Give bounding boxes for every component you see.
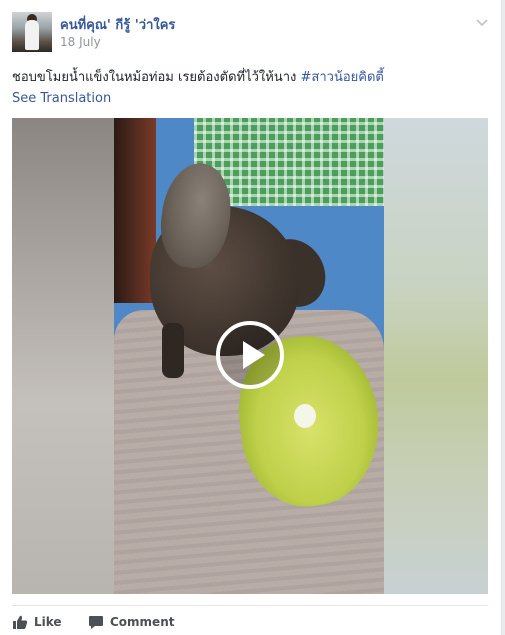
post-date[interactable]: 18 July: [60, 35, 101, 49]
post-card: คนที่คุณ' กีรู้ 'ว่าใคร 18 July ชอบขโมยน…: [0, 0, 502, 635]
thumbs-up-icon: [13, 615, 28, 629]
ice-cube: [294, 404, 316, 428]
avatar-figure-shape: [25, 20, 39, 50]
comment-button[interactable]: Comment: [88, 612, 174, 632]
see-translation-link[interactable]: See Translation: [12, 91, 111, 106]
video-blur-right: [384, 118, 488, 594]
hashtag-link[interactable]: #สาวน้อยคิดตี้: [301, 70, 384, 85]
comment-icon: [89, 616, 103, 629]
avatar[interactable]: [12, 12, 52, 52]
play-icon[interactable]: [215, 320, 285, 390]
chevron-down-icon[interactable]: [474, 14, 490, 30]
like-button[interactable]: Like: [12, 612, 62, 632]
post-header: คนที่คุณ' กีรู้ 'ว่าใคร 18 July: [12, 12, 492, 54]
like-label: Like: [34, 615, 62, 629]
otter-leg: [162, 323, 184, 378]
post-body-text: ชอบขโมยน้ำแข็งในหม้อท่อม เรยต้องตัดที่ไว…: [12, 70, 297, 85]
video-player[interactable]: [12, 118, 488, 594]
post-text: ชอบขโมยน้ำแข็งในหม้อท่อม เรยต้องตัดที่ไว…: [12, 66, 384, 87]
author-name[interactable]: คนที่คุณ' กีรู้ 'ว่าใคร: [60, 14, 175, 35]
video-blur-left: [12, 118, 114, 594]
action-divider: [12, 605, 488, 606]
comment-label: Comment: [110, 615, 175, 629]
